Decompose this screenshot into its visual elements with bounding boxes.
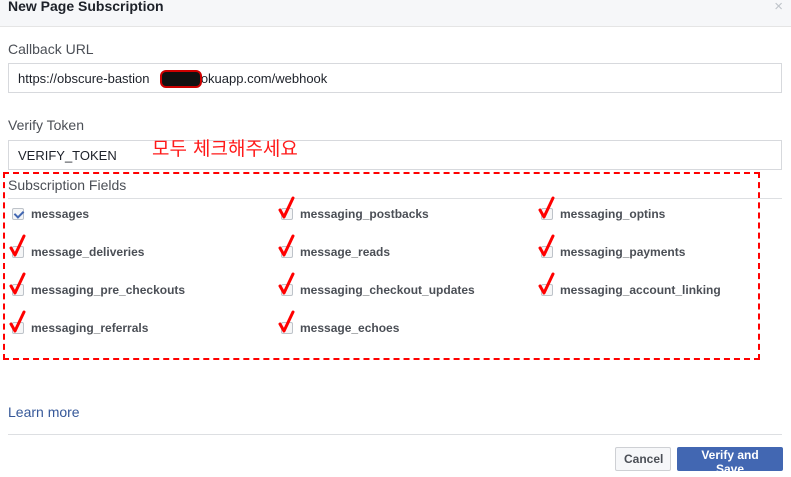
checkbox[interactable]: [12, 322, 24, 334]
checkbox[interactable]: [541, 246, 553, 258]
checkbox[interactable]: [12, 208, 24, 220]
subscription-field-messaging-pre-checkouts[interactable]: messaging_pre_checkouts: [9, 272, 186, 298]
dialog-title: New Page Subscription: [8, 0, 164, 14]
subscription-field-messaging-payments[interactable]: messaging_payments: [538, 234, 686, 260]
subscription-field-messages[interactable]: messages: [12, 206, 89, 222]
annotation-text: 모두 체크해주세요: [152, 138, 298, 160]
redaction-mark: [160, 70, 202, 88]
subscription-field-label: message_deliveries: [31, 245, 145, 259]
checkbox[interactable]: [281, 284, 293, 296]
fields-divider: [8, 198, 782, 199]
checkbox[interactable]: [281, 208, 293, 220]
footer-divider: [8, 434, 782, 435]
dialog-header: New Page Subscription ×: [0, 0, 791, 27]
subscription-field-messaging-referrals[interactable]: messaging_referrals: [9, 310, 149, 336]
subscription-field-messaging-checkout-updates[interactable]: messaging_checkout_updates: [278, 272, 475, 298]
checkbox[interactable]: [541, 208, 553, 220]
verify-token-input[interactable]: [8, 140, 782, 170]
subscription-field-messaging-optins[interactable]: messaging_optins: [538, 196, 666, 222]
subscription-field-label: messaging_payments: [560, 245, 686, 259]
checkbox[interactable]: [12, 246, 24, 258]
subscription-field-message-echoes[interactable]: message_echoes: [278, 310, 400, 336]
cancel-button[interactable]: Cancel: [615, 447, 671, 471]
checkbox[interactable]: [541, 284, 553, 296]
callback-url-input[interactable]: [8, 63, 782, 93]
subscription-field-label: messaging_checkout_updates: [300, 283, 475, 297]
verify-and-save-button[interactable]: Verify and Save: [677, 447, 783, 476]
callback-url-label: Callback URL: [8, 41, 94, 57]
subscription-field-label: message_reads: [300, 245, 391, 259]
verify-token-label: Verify Token: [8, 117, 85, 133]
subscription-field-message-reads[interactable]: message_reads: [278, 234, 391, 260]
subscription-field-messaging-postbacks[interactable]: messaging_postbacks: [278, 196, 429, 222]
checkbox[interactable]: [281, 246, 293, 258]
checkbox[interactable]: [281, 322, 293, 334]
subscription-field-label: message_echoes: [300, 321, 400, 335]
subscription-field-label: messaging_postbacks: [300, 207, 429, 221]
learn-more-link[interactable]: Learn more: [8, 404, 80, 420]
subscription-field-messaging-account-linking[interactable]: messaging_account_linking: [538, 272, 721, 298]
subscription-field-label: messaging_pre_checkouts: [31, 283, 186, 297]
subscription-field-message-deliveries[interactable]: message_deliveries: [9, 234, 145, 260]
subscription-field-label: messaging_referrals: [31, 321, 149, 335]
subscription-field-label: messages: [31, 207, 90, 221]
checkbox[interactable]: [12, 284, 24, 296]
subscription-field-label: messaging_account_linking: [560, 283, 721, 297]
subscription-field-label: messaging_optins: [560, 207, 666, 221]
subscription-fields-label: Subscription Fields: [8, 177, 127, 193]
close-icon[interactable]: ×: [774, 0, 783, 15]
